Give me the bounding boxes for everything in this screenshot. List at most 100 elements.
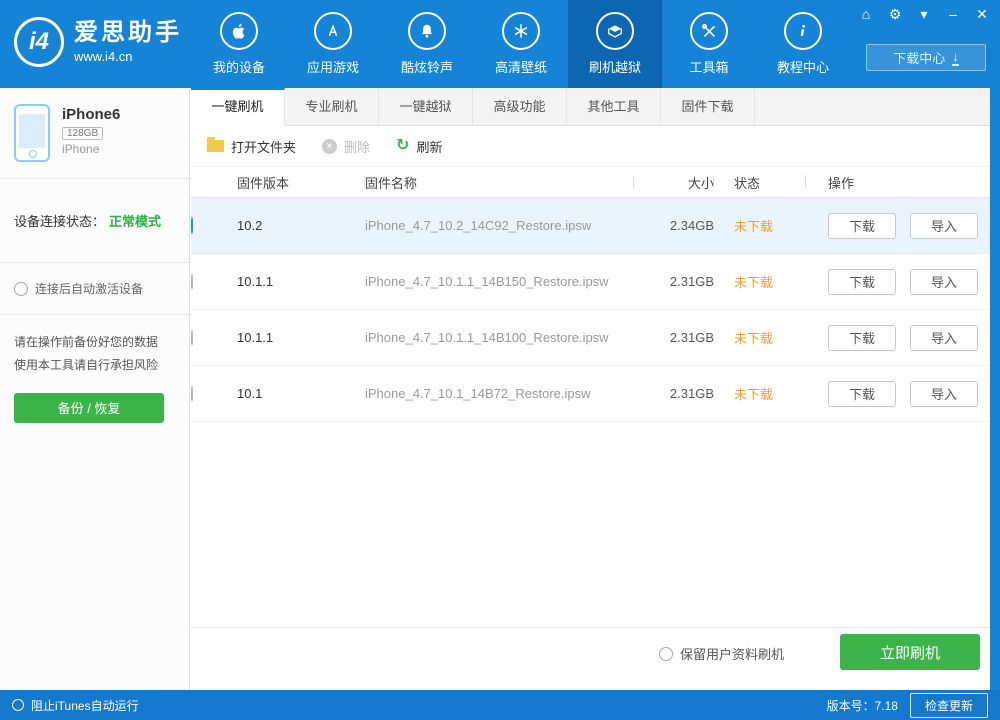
table-row[interactable]: 10.1.1 iPhone_4.7_10.1.1_14B100_Restore.… bbox=[191, 310, 990, 366]
minimize-icon[interactable]: – bbox=[945, 5, 961, 23]
close-icon[interactable]: ✕ bbox=[974, 5, 990, 23]
import-button[interactable]: 导入 bbox=[910, 213, 978, 239]
info-icon bbox=[784, 12, 822, 50]
window-right-border bbox=[990, 88, 1000, 690]
refresh-icon: ↻ bbox=[396, 138, 409, 154]
tab-advanced-features[interactable]: 高级功能 bbox=[473, 88, 567, 126]
open-folder-button[interactable]: 打开文件夹 bbox=[207, 137, 296, 156]
nav-item-toolbox[interactable]: 工具箱 bbox=[662, 0, 756, 88]
connection-status: 设备连接状态：正常模式 bbox=[0, 179, 189, 263]
app-title: 爱思助手 bbox=[74, 20, 182, 46]
nav-label: 我的设备 bbox=[213, 57, 265, 76]
status-bar: 阻止iTunes自动运行 版本号：7.18 检查更新 bbox=[0, 690, 1000, 720]
apple-icon bbox=[220, 12, 258, 50]
warning-line-2: 使用本工具请自行承担风险 bbox=[14, 354, 175, 377]
tab-one-click-jailbreak[interactable]: 一键越狱 bbox=[379, 88, 473, 126]
iphone-icon bbox=[14, 104, 50, 162]
download-button[interactable]: 下载 bbox=[828, 269, 896, 295]
nav-label: 工具箱 bbox=[689, 57, 728, 76]
status-badge: 未下载 bbox=[714, 328, 806, 347]
device-info: iPhone6 128GB iPhone bbox=[0, 88, 189, 179]
row-radio[interactable] bbox=[191, 329, 193, 346]
device-capacity-badge: 128GB bbox=[62, 127, 103, 140]
nav-item-flash-jailbreak[interactable]: 刷机越狱 bbox=[568, 0, 662, 88]
keep-user-data-radio[interactable] bbox=[659, 647, 673, 661]
download-button[interactable]: 下载 bbox=[828, 325, 896, 351]
app-logo: i4 bbox=[14, 17, 64, 67]
row-actions: 下载 导入 bbox=[806, 213, 990, 239]
auto-activate-radio[interactable] bbox=[14, 282, 28, 296]
skin-menu-icon[interactable]: ▾ bbox=[916, 5, 932, 23]
tab-firmware-download[interactable]: 固件下载 bbox=[661, 88, 755, 126]
download-center-button[interactable]: 下载中心 ↓ bbox=[866, 44, 986, 71]
status-badge: 未下载 bbox=[714, 384, 806, 403]
import-button[interactable]: 导入 bbox=[910, 325, 978, 351]
sidebar: iPhone6 128GB iPhone 设备连接状态：正常模式 连接后自动激活… bbox=[0, 88, 190, 690]
header: i4 爱思助手 www.i4.cn 我的设备 应用游戏 bbox=[0, 0, 1000, 88]
row-radio[interactable] bbox=[191, 217, 193, 234]
nav-item-apps-games[interactable]: 应用游戏 bbox=[286, 0, 380, 88]
firmware-version: 10.1.1 bbox=[237, 274, 365, 289]
delete-label: 删除 bbox=[344, 137, 370, 156]
app-window: i4 爱思助手 www.i4.cn 我的设备 应用游戏 bbox=[0, 0, 1000, 720]
table-row[interactable]: 10.2 iPhone_4.7_10.2_14C92_Restore.ipsw … bbox=[191, 198, 990, 254]
refresh-button[interactable]: ↻ 刷新 bbox=[396, 137, 442, 156]
row-actions: 下载 导入 bbox=[806, 381, 990, 407]
nav-item-tutorials[interactable]: 教程中心 bbox=[756, 0, 850, 88]
firmware-size: 2.34GB bbox=[634, 218, 714, 233]
import-button[interactable]: 导入 bbox=[910, 269, 978, 295]
keep-user-data-label: 保留用户资料刷机 bbox=[680, 644, 784, 663]
auto-activate-option[interactable]: 连接后自动激活设备 bbox=[0, 263, 189, 315]
header-action: 操作 bbox=[806, 173, 990, 192]
download-button[interactable]: 下载 bbox=[828, 213, 896, 239]
import-button[interactable]: 导入 bbox=[910, 381, 978, 407]
settings-gear-icon[interactable]: ⚙ bbox=[887, 5, 903, 23]
tab-one-click-flash[interactable]: 一键刷机 bbox=[191, 88, 285, 126]
download-center-label: 下载中心 bbox=[893, 48, 945, 67]
nav-item-my-devices[interactable]: 我的设备 bbox=[192, 0, 286, 88]
flash-now-button[interactable]: 立即刷机 bbox=[840, 634, 980, 670]
download-button[interactable]: 下载 bbox=[828, 381, 896, 407]
row-radio[interactable] bbox=[191, 385, 193, 402]
bell-icon bbox=[408, 12, 446, 50]
backup-restore-button[interactable]: 备份 / 恢复 bbox=[14, 393, 164, 423]
connection-status-value: 正常模式 bbox=[109, 214, 161, 229]
folder-icon bbox=[207, 140, 224, 152]
flash-action-bar: 保留用户资料刷机 立即刷机 bbox=[191, 627, 990, 674]
tab-bar-filler bbox=[755, 88, 990, 126]
open-folder-label: 打开文件夹 bbox=[231, 137, 296, 156]
check-update-button[interactable]: 检查更新 bbox=[910, 693, 988, 718]
row-radio[interactable] bbox=[191, 273, 193, 290]
home-icon[interactable]: ⌂ bbox=[858, 5, 874, 23]
logo-text: i4 bbox=[29, 28, 49, 56]
firmware-version: 10.2 bbox=[237, 218, 365, 233]
header-firmware-name: 固件名称 bbox=[365, 173, 634, 192]
nav-label: 教程中心 bbox=[777, 57, 829, 76]
brand: i4 爱思助手 www.i4.cn bbox=[14, 17, 182, 67]
table-row[interactable]: 10.1.1 iPhone_4.7_10.1.1_14B150_Restore.… bbox=[191, 254, 990, 310]
header-status: 状态 bbox=[714, 173, 806, 192]
tab-other-tools[interactable]: 其他工具 bbox=[567, 88, 661, 126]
block-itunes-option[interactable]: 阻止iTunes自动运行 bbox=[12, 697, 139, 714]
keep-user-data-option[interactable]: 保留用户资料刷机 bbox=[659, 644, 784, 663]
tab-pro-flash[interactable]: 专业刷机 bbox=[285, 88, 379, 126]
app-url: www.i4.cn bbox=[74, 49, 182, 64]
firmware-version: 10.1 bbox=[237, 386, 365, 401]
status-badge: 未下载 bbox=[714, 272, 806, 291]
nav-item-wallpapers[interactable]: 高清壁纸 bbox=[474, 0, 568, 88]
row-actions: 下载 导入 bbox=[806, 269, 990, 295]
wallpaper-icon bbox=[502, 12, 540, 50]
firmware-size: 2.31GB bbox=[634, 274, 714, 289]
table-row[interactable]: 10.1 iPhone_4.7_10.1_14B72_Restore.ipsw … bbox=[191, 366, 990, 422]
block-itunes-radio[interactable] bbox=[12, 699, 24, 711]
firmware-size: 2.31GB bbox=[634, 386, 714, 401]
nav-item-ringtones[interactable]: 酷炫铃声 bbox=[380, 0, 474, 88]
warning-line-1: 请在操作前备份好您的数据 bbox=[14, 331, 175, 354]
nav-label: 高清壁纸 bbox=[495, 57, 547, 76]
block-itunes-label: 阻止iTunes自动运行 bbox=[31, 697, 139, 714]
firmware-name: iPhone_4.7_10.1.1_14B100_Restore.ipsw bbox=[365, 330, 634, 345]
header-size: 大小 bbox=[634, 173, 714, 192]
auto-activate-label: 连接后自动激活设备 bbox=[35, 280, 143, 297]
main-nav: 我的设备 应用游戏 酷炫铃声 高清壁纸 bbox=[192, 0, 850, 88]
delete-button[interactable]: ✕ 删除 bbox=[322, 137, 370, 156]
